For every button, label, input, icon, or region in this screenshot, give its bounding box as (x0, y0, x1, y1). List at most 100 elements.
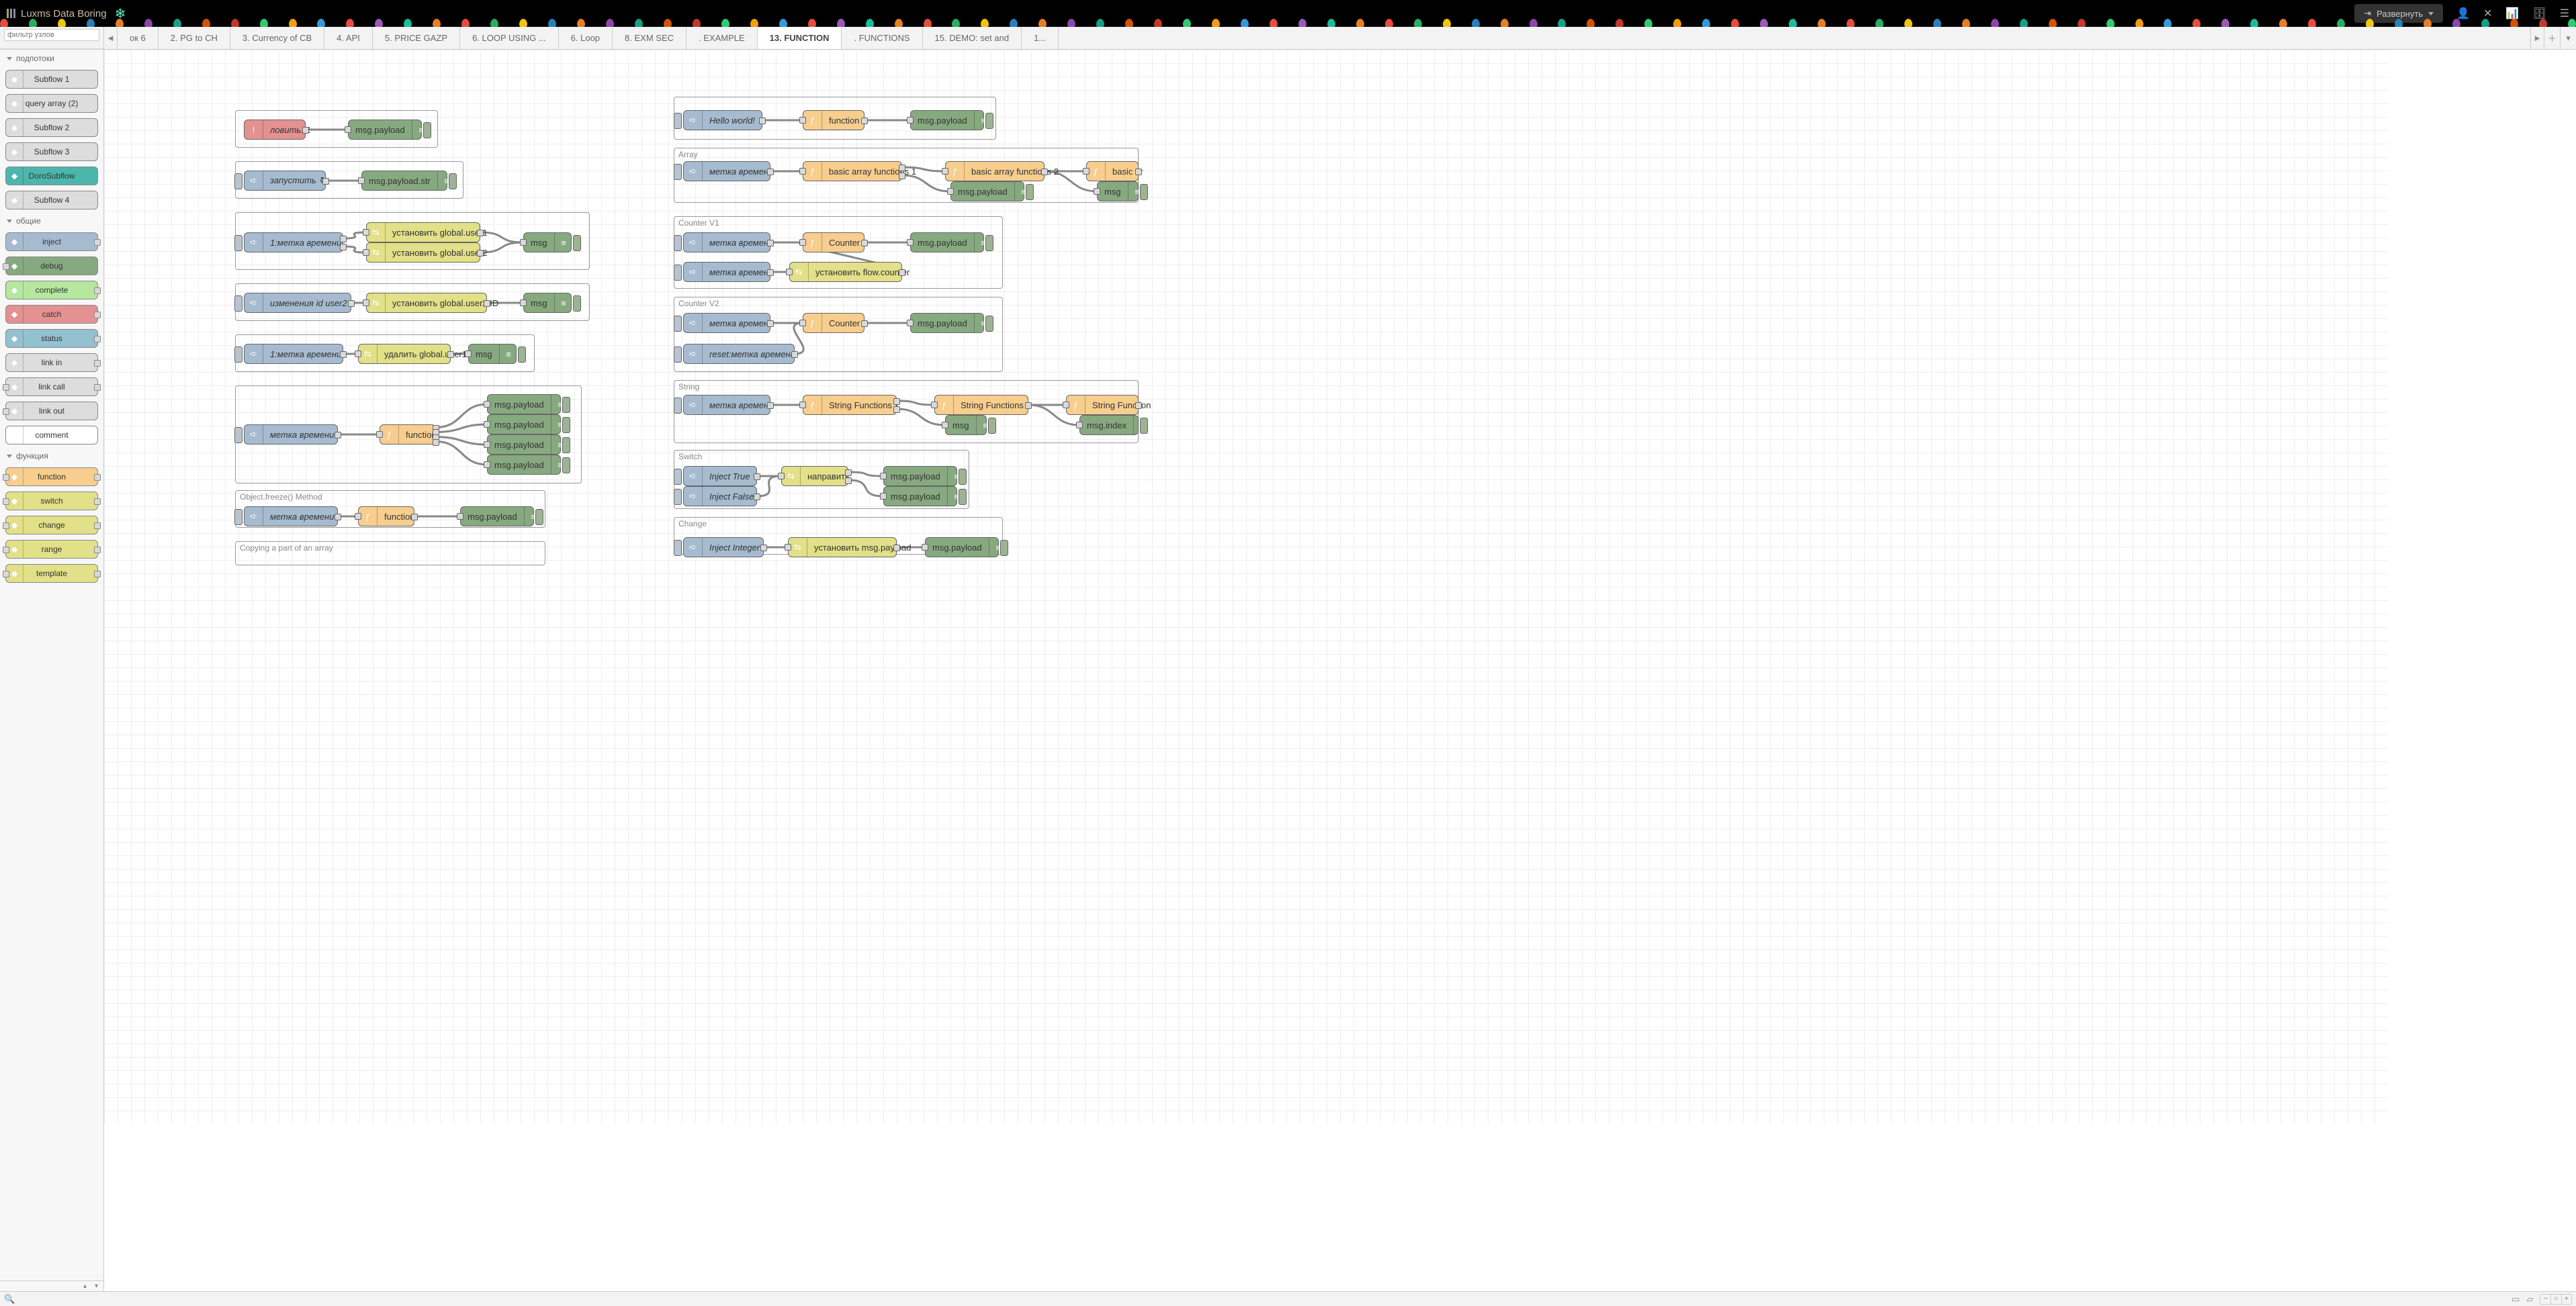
flow-node-debug[interactable]: msg.payload≡ (883, 486, 957, 506)
inject-button[interactable] (674, 265, 682, 281)
inject-button[interactable] (674, 346, 682, 363)
tab-1[interactable]: 2. PG to CH (159, 27, 230, 49)
flow-node-debug[interactable]: msg.payload≡ (910, 313, 984, 333)
zoom-reset[interactable]: ○ (2551, 1295, 2562, 1304)
palette-node[interactable]: ◆Subflow 3 (5, 142, 98, 161)
user-icon[interactable]: 👤 (2456, 7, 2470, 20)
flow-node-change[interactable]: ⇆установить global.user2.ID (366, 293, 487, 313)
zoom-out[interactable]: − (2540, 1295, 2550, 1304)
nav-icon[interactable]: ▱ (2526, 1294, 2533, 1305)
flow-node-debug[interactable]: msg.payload≡ (910, 232, 984, 252)
inject-button[interactable] (674, 113, 682, 129)
debug-button[interactable] (562, 417, 570, 433)
flow-node-debug[interactable]: msg.payload≡ (487, 455, 561, 475)
menu-icon[interactable]: ☰ (2560, 7, 2569, 20)
flow-node-inject[interactable]: ➪метка времени (244, 424, 338, 445)
tab-2[interactable]: 3. Currency of CB (230, 27, 324, 49)
flow-node-change[interactable]: ⇆установить global.user2 (366, 242, 480, 263)
inject-button[interactable] (234, 173, 242, 189)
palette-node[interactable]: ◆comment (5, 426, 98, 445)
flow-node-debug[interactable]: msg.payload≡ (950, 181, 1024, 201)
flow-node-function[interactable]: ƒbasic ar (1086, 161, 1139, 181)
inject-button[interactable] (674, 398, 682, 414)
flow-node-change[interactable]: ⇆установить flow.counter (789, 262, 902, 282)
inject-button[interactable] (234, 295, 242, 312)
flow-node-function[interactable]: ƒString Function (1066, 395, 1139, 415)
flow-node-function[interactable]: ƒString Functions 1 (803, 395, 897, 415)
flow-node-function[interactable]: ƒbasic array functions 1 (803, 161, 902, 181)
close-icon[interactable]: ✕ (2483, 7, 2492, 20)
flow-node-inject[interactable]: ➪изменения id user2 (244, 293, 351, 313)
debug-button[interactable] (423, 122, 431, 138)
tab-3[interactable]: 4. API (324, 27, 373, 49)
palette-node[interactable]: ◆inject (5, 232, 98, 251)
flow-canvas[interactable]: Object.freeze() MethodCopying a part of … (104, 50, 2388, 1124)
flow-node-debug[interactable]: msg≡ (523, 293, 572, 313)
flow-node-inject[interactable]: ➪1:метка времени (244, 344, 343, 364)
flow-node-inject[interactable]: ➪1:метка времени (244, 232, 343, 252)
palette-node[interactable]: ◆link call (5, 377, 98, 396)
tab-5[interactable]: 6. LOOP USING ... (460, 27, 559, 49)
flow-node-debug[interactable]: msg.payload≡ (487, 414, 561, 434)
flow-node-inject[interactable]: ➪метка времени (683, 232, 770, 252)
flow-node-inject[interactable]: ➪метка времени (683, 313, 770, 333)
inject-button[interactable] (674, 164, 682, 180)
palette-node[interactable]: ◆complete (5, 281, 98, 299)
flow-node-function[interactable]: ƒfunction (380, 424, 436, 445)
flow-node-debug[interactable]: msg.payload≡ (348, 120, 422, 140)
inject-button[interactable] (234, 427, 242, 443)
flow-node-inject[interactable]: ➪reset:метка времени (683, 344, 795, 364)
inject-button[interactable] (234, 235, 242, 251)
palette-node[interactable]: ◆link out (5, 402, 98, 420)
flow-node-change[interactable]: ⇆установить global.user1 (366, 222, 480, 242)
inject-button[interactable] (674, 540, 682, 556)
canvas-viewport[interactable]: Object.freeze() MethodCopying a part of … (104, 50, 2576, 1291)
flow-node-inject[interactable]: ➪Inject Integer (683, 537, 764, 557)
debug-button[interactable] (449, 173, 457, 189)
debug-button[interactable] (959, 469, 967, 485)
category-header[interactable]: подпотоки (0, 50, 103, 67)
tab-list-button[interactable]: ▾ (2560, 27, 2576, 49)
flow-node-inject[interactable]: ➪метка времени (683, 161, 770, 181)
tab-8[interactable]: . EXAMPLE (686, 27, 758, 49)
flow-node-change[interactable]: ⇆удалить global.user1 (358, 344, 451, 364)
flow-node-inject[interactable]: ➪метка времени (244, 506, 338, 526)
tab-11[interactable]: 15. DEMO: set and (923, 27, 1022, 49)
zoom-in[interactable]: + (2562, 1295, 2571, 1304)
stats-icon[interactable]: 📊 (2505, 7, 2519, 20)
flow-node-debug[interactable]: msg.index≡ (1079, 415, 1139, 435)
debug-button[interactable] (535, 509, 543, 525)
inject-button[interactable] (674, 316, 682, 332)
flow-node-inject[interactable]: ➪Inject False (683, 486, 757, 506)
palette-filter-input[interactable] (4, 29, 99, 41)
tab-10[interactable]: . FUNCTIONS (842, 27, 922, 49)
flow-node-change[interactable]: ⇆направить (781, 466, 848, 486)
flow-node-function[interactable]: ƒString Functions 2 (934, 395, 1028, 415)
flow-node-debug[interactable]: msg≡ (1097, 181, 1139, 201)
palette-node[interactable]: ◆Subflow 4 (5, 191, 98, 209)
flow-group[interactable]: Copying a part of an array (235, 541, 545, 565)
debug-button[interactable] (988, 418, 996, 434)
palette-node[interactable]: ◆status (5, 329, 98, 348)
flow-node-debug[interactable]: msg.payload≡ (487, 394, 561, 414)
debug-button[interactable] (985, 235, 993, 251)
flow-node-inject[interactable]: ➪метка времени (683, 262, 770, 282)
tab-add-button[interactable]: ＋ (2544, 27, 2560, 49)
inject-button[interactable] (234, 346, 242, 363)
tab-scroll-left[interactable]: ◄ (104, 27, 118, 49)
debug-button[interactable] (562, 437, 570, 453)
flow-node-debug[interactable]: msg.payload≡ (925, 537, 999, 557)
palette-node[interactable]: ◆Subflow 2 (5, 118, 98, 137)
palette-node[interactable]: ◆DoroSubflow (5, 167, 98, 185)
flow-node-debug[interactable]: msg≡ (945, 415, 987, 435)
inject-button[interactable] (674, 469, 682, 485)
flow-node-debug[interactable]: msg.payload.str≡ (361, 171, 447, 191)
flow-node-debug[interactable]: msg.payload≡ (487, 434, 561, 455)
tab-0[interactable]: ок 6 (118, 27, 159, 49)
category-header[interactable]: общие (0, 212, 103, 230)
debug-button[interactable] (573, 235, 581, 251)
inject-button[interactable] (674, 235, 682, 251)
flow-node-inject[interactable]: ➪запустить ↻ (244, 171, 326, 191)
debug-button[interactable] (959, 489, 967, 505)
debug-button[interactable] (1140, 418, 1148, 434)
